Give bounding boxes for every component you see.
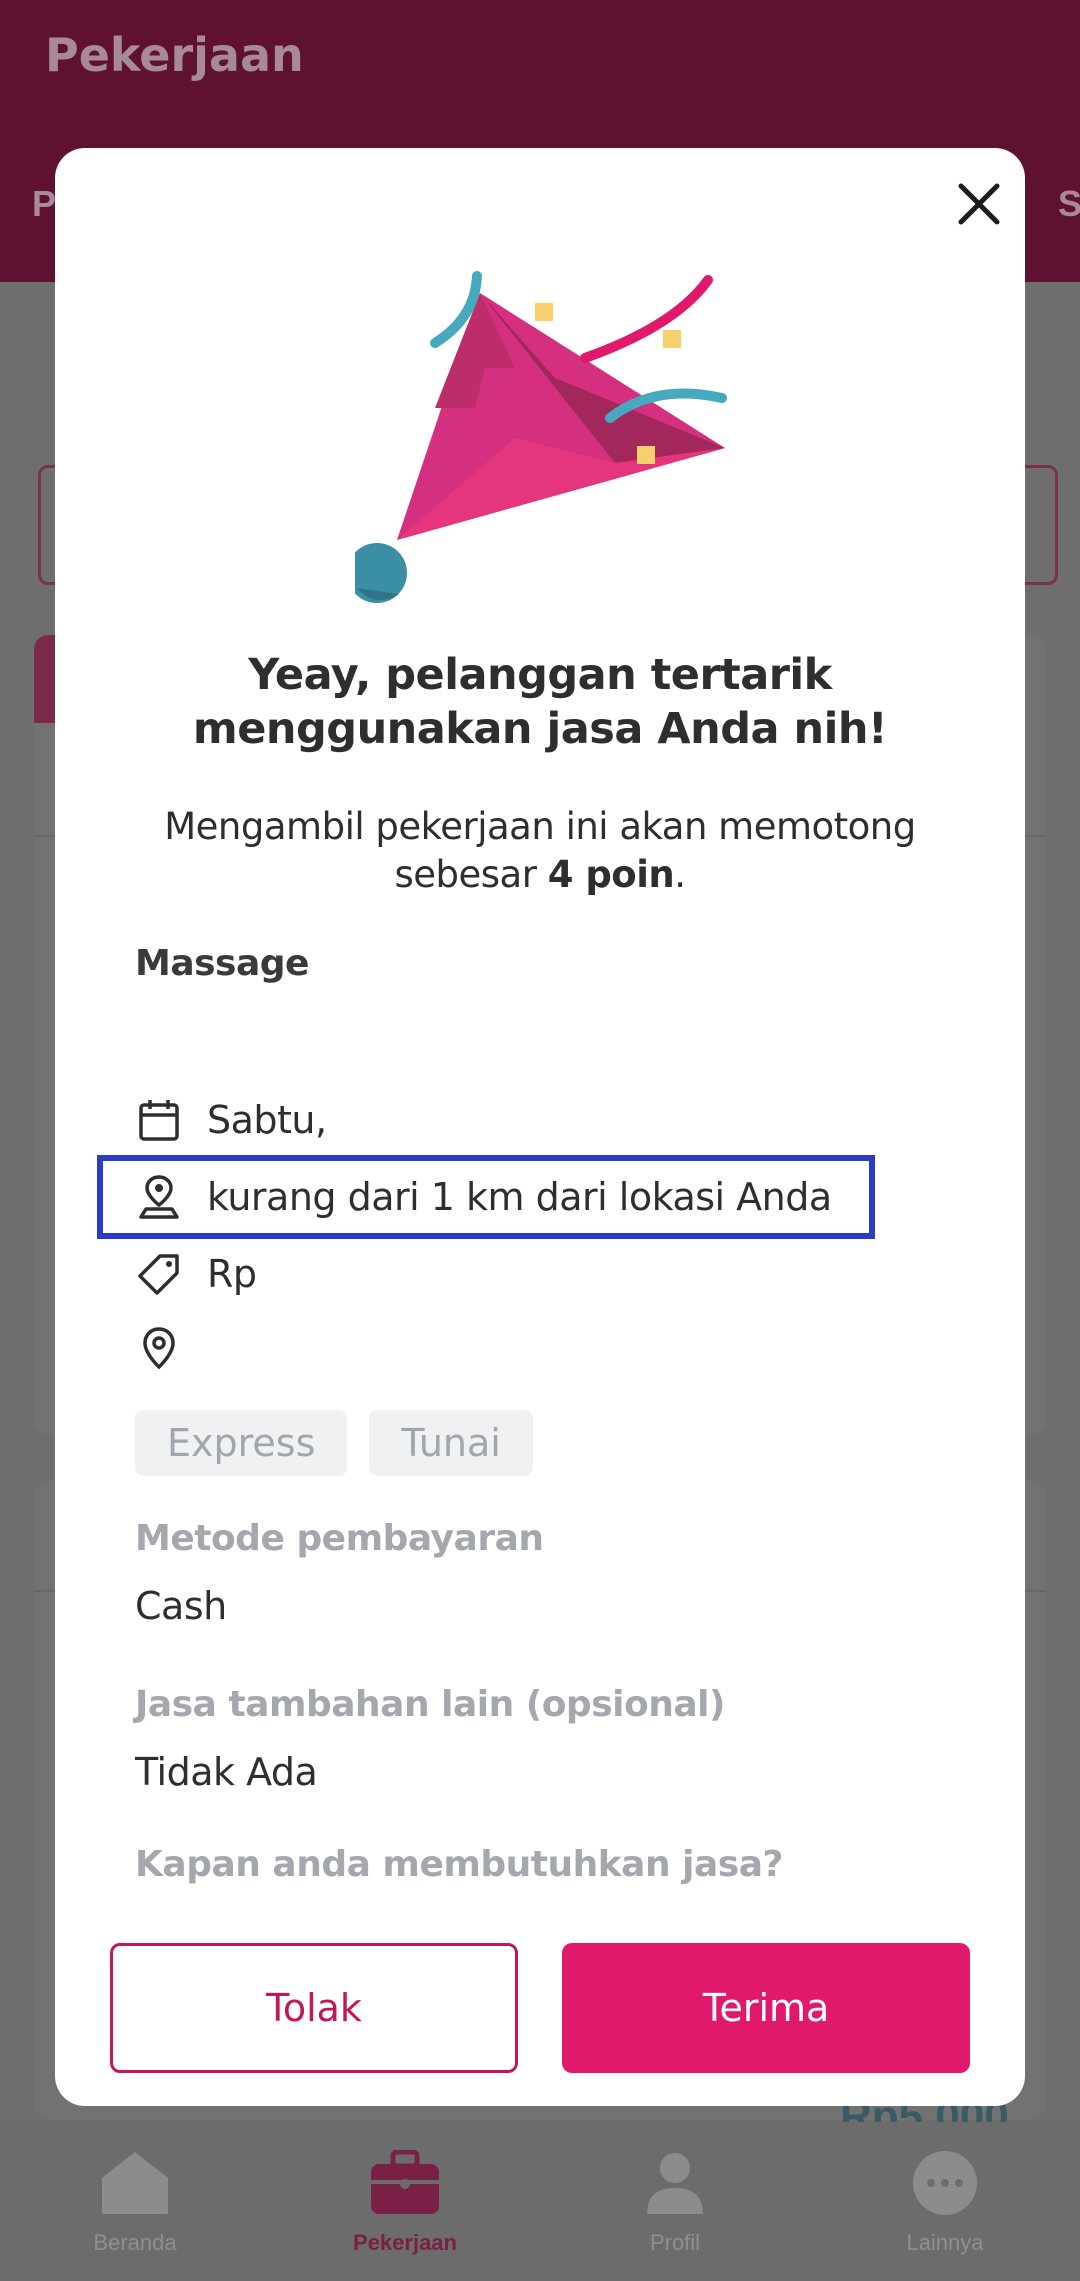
nav-label: Profil (649, 2230, 701, 2255)
person-pin-icon (135, 1173, 183, 1221)
subline-prefix: Mengambil pekerjaan ini akan memotong se… (164, 805, 916, 896)
nav-label: Pekerjaan (353, 2230, 457, 2255)
reject-button[interactable]: Tolak (110, 1943, 518, 2073)
nav-label: Beranda (93, 2230, 177, 2255)
subline-suffix: . (674, 853, 686, 896)
nav-item-lainnya[interactable]: Lainnya (810, 2122, 1080, 2281)
nav-item-pekerjaan[interactable]: Pekerjaan (270, 2122, 540, 2281)
price-text: Rp (207, 1252, 257, 1296)
location-row (135, 1318, 207, 1378)
job-offer-modal: Yeay, pelanggan tertarik menggunakan jas… (55, 148, 1025, 2106)
tab-peek-right: S (1058, 183, 1080, 224)
accept-button[interactable]: Terima (562, 1943, 970, 2073)
tag-express: Express (135, 1410, 348, 1476)
home-icon (97, 2148, 173, 2218)
payment-method-label: Metode pembayaran (135, 1518, 544, 1559)
payment-method-value: Cash (135, 1584, 227, 1628)
party-popper-icon (355, 271, 727, 603)
person-icon (637, 2148, 713, 2218)
tag-chips: Express Tunai (135, 1410, 533, 1476)
close-button[interactable] (947, 172, 1011, 236)
briefcase-icon (367, 2148, 443, 2218)
bottom-nav: Beranda Pekerjaan Profil Lainnya (0, 2122, 1080, 2281)
nav-item-profil[interactable]: Profil (540, 2122, 810, 2281)
distance-text: kurang dari 1 km dari lokasi Anda (207, 1175, 832, 1219)
price-tag-icon (135, 1250, 183, 1298)
extras-value: Tidak Ada (135, 1750, 318, 1794)
close-icon (958, 183, 1000, 225)
tab-peek-left: P (32, 183, 57, 224)
calendar-icon (135, 1096, 183, 1144)
distance-row: kurang dari 1 km dari lokasi Anda (135, 1167, 832, 1227)
page-title: Pekerjaan (45, 28, 304, 82)
date-text: Sabtu, (207, 1098, 327, 1142)
tag-tunai: Tunai (369, 1410, 533, 1476)
date-row: Sabtu, (135, 1090, 327, 1150)
nav-label: Lainnya (906, 2230, 984, 2255)
nav-item-beranda[interactable]: Beranda (0, 2122, 270, 2281)
modal-subline: Mengambil pekerjaan ini akan memotong se… (95, 803, 985, 899)
modal-headline: Yeay, pelanggan tertarik menggunakan jas… (192, 650, 888, 754)
price-row: Rp (135, 1244, 257, 1304)
more-icon (907, 2148, 983, 2218)
extras-label: Jasa tambahan lain (opsional) (135, 1684, 725, 1725)
location-pin-icon (135, 1324, 183, 1372)
when-needed-label: Kapan anda membutuhkan jasa? (135, 1844, 783, 1885)
points-value: 4 poin (547, 853, 675, 896)
service-name: Massage (135, 943, 309, 984)
